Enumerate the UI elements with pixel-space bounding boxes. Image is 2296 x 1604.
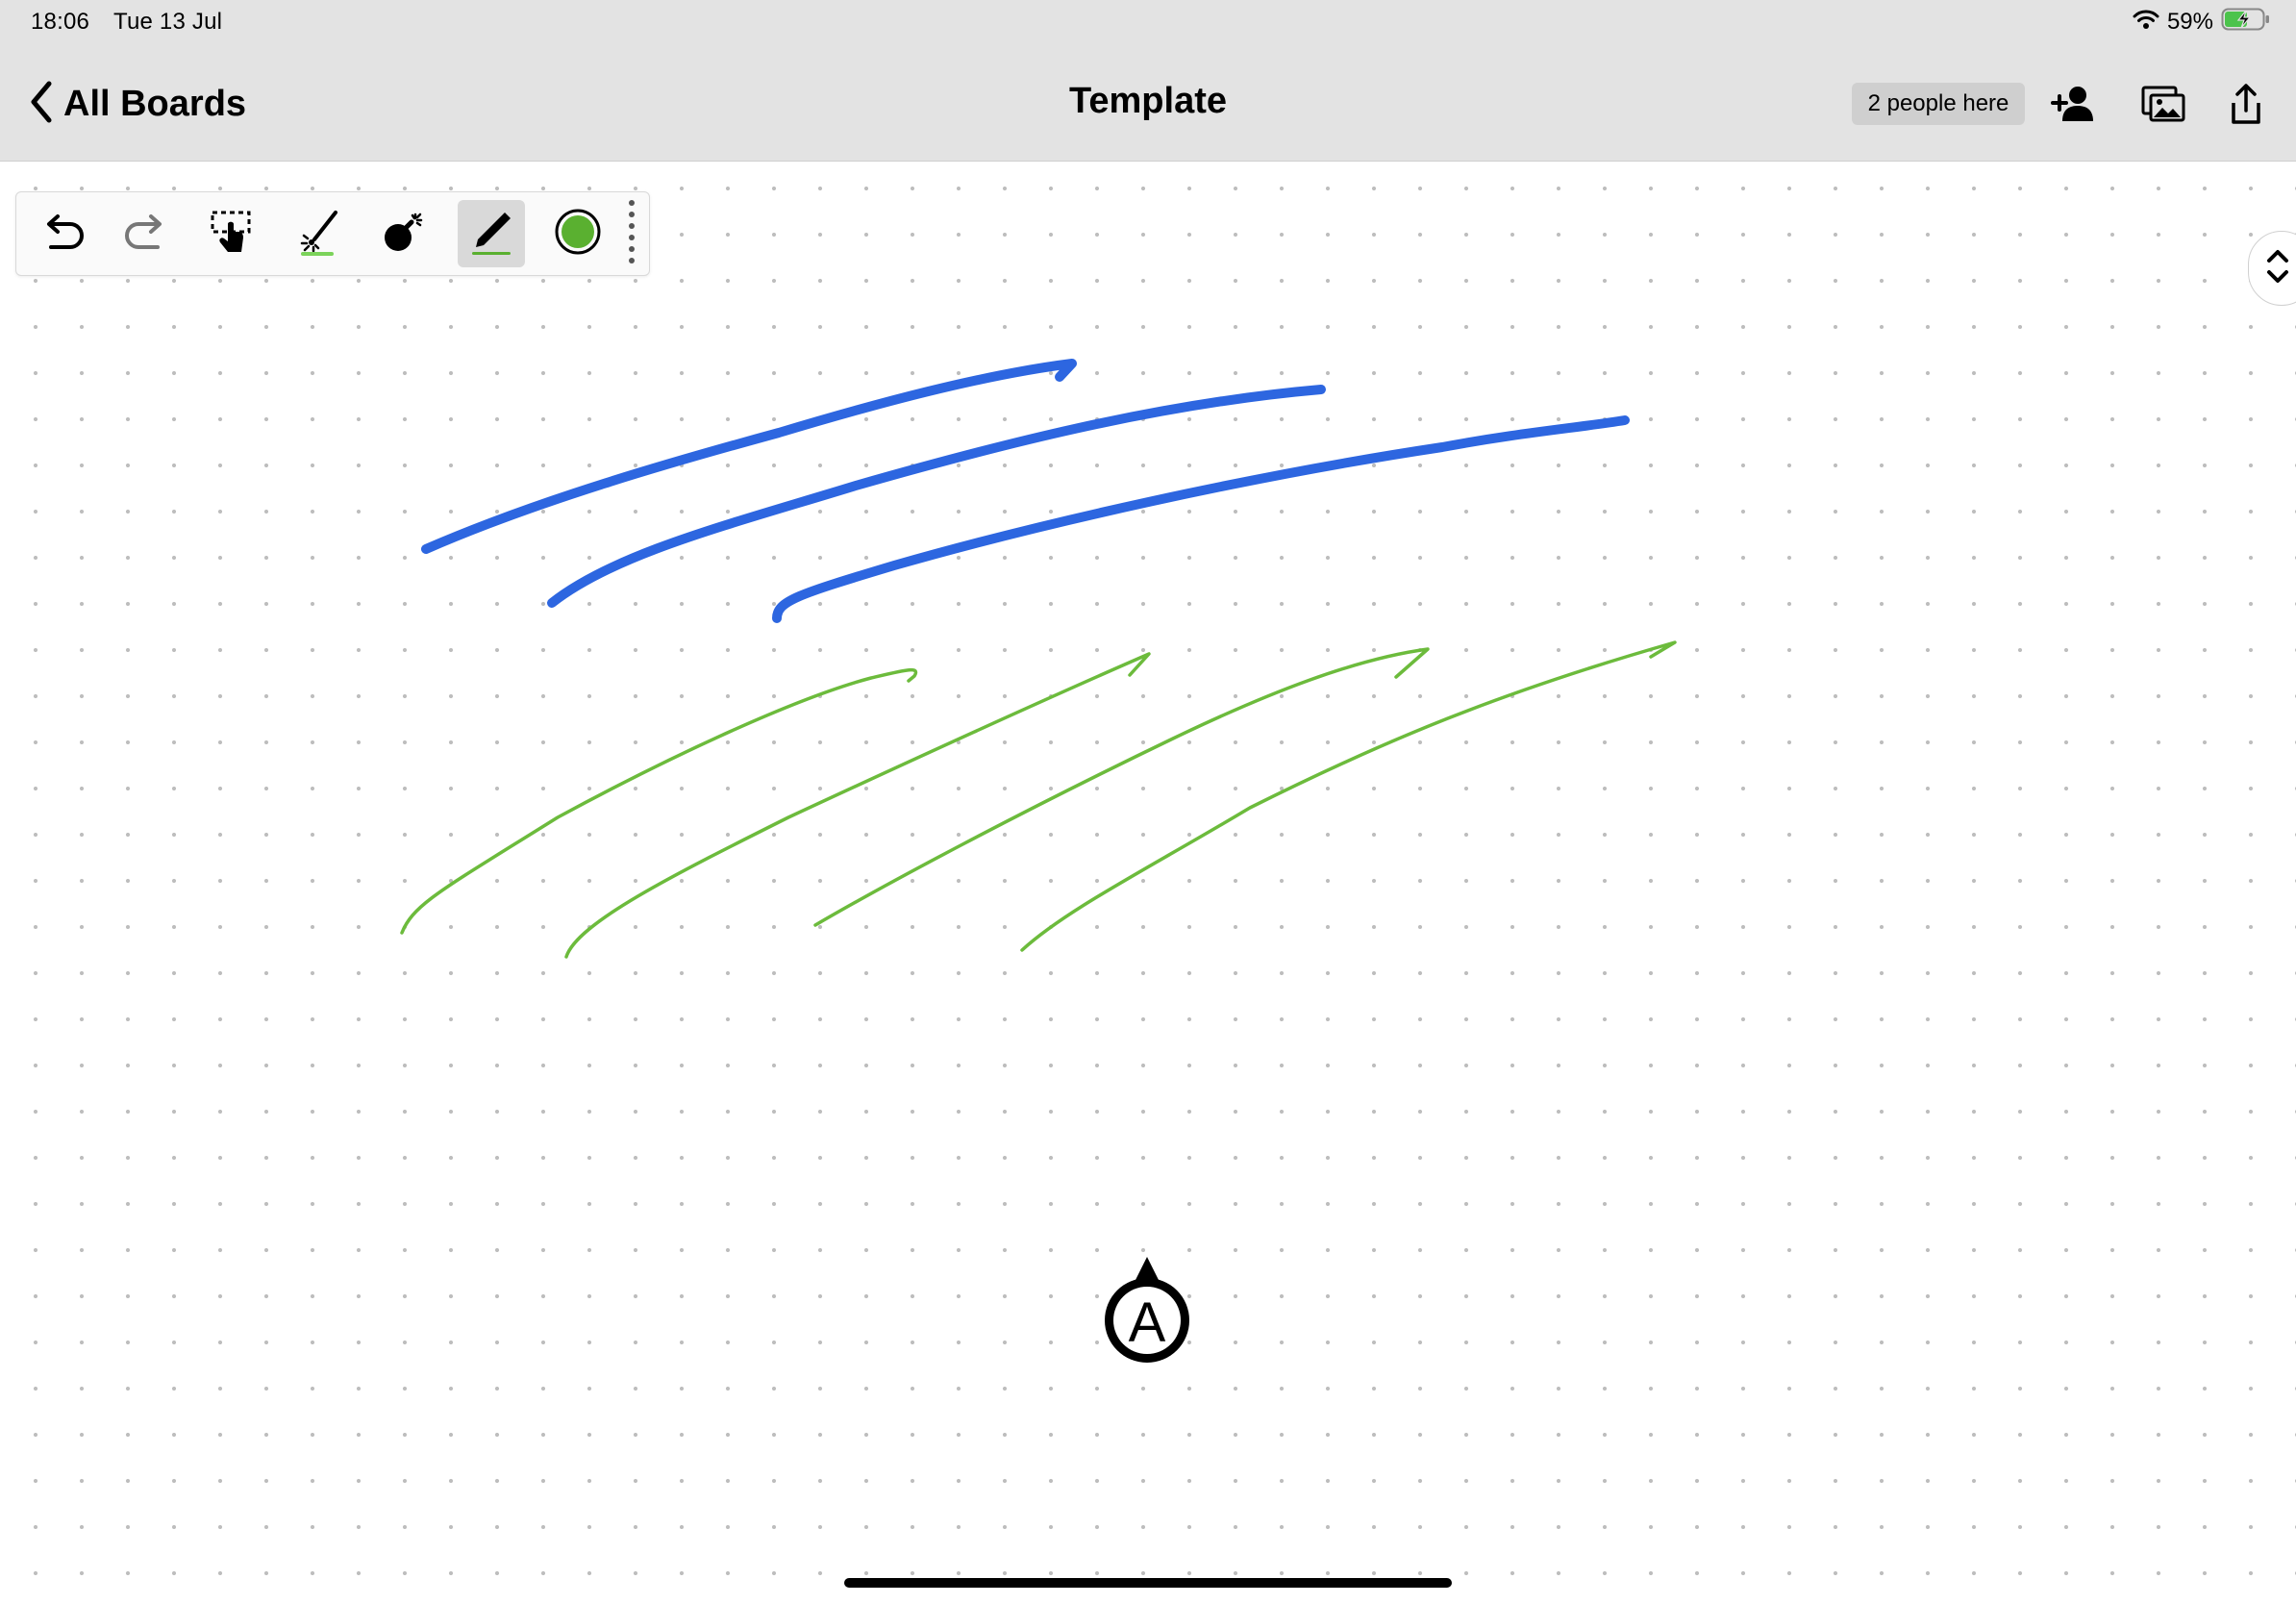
top-bar: 18:06 Tue 13 Jul 59% All Boards Template… <box>0 0 2296 162</box>
vertical-dots-icon <box>627 197 636 271</box>
color-swatch-icon <box>553 207 603 262</box>
lasso-select-icon <box>207 207 257 262</box>
back-button[interactable]: All Boards <box>29 81 246 127</box>
pen-icon <box>466 207 516 262</box>
redo-button[interactable] <box>112 200 180 267</box>
chevron-left-icon <box>29 80 54 129</box>
whiteboard-canvas[interactable] <box>0 162 2296 1604</box>
up-down-chevron-icon <box>2264 245 2291 292</box>
undo-icon <box>37 207 87 262</box>
status-time: 18:06 <box>31 9 90 35</box>
redo-icon <box>121 207 171 262</box>
battery-charging-icon <box>2221 7 2271 38</box>
back-label: All Boards <box>63 83 247 124</box>
drawing-toolbar <box>15 191 650 276</box>
pen-button[interactable] <box>458 200 525 267</box>
eraser-bomb-button[interactable] <box>370 200 437 267</box>
lasso-select-button[interactable] <box>198 200 265 267</box>
color-picker-button[interactable] <box>544 200 611 267</box>
status-date: Tue 13 Jul <box>113 9 223 35</box>
people-here-badge[interactable]: 2 people here <box>1852 83 2025 125</box>
magic-pen-icon <box>293 207 343 262</box>
share-icon[interactable] <box>2221 79 2271 129</box>
bomb-icon <box>379 207 429 262</box>
toolbar-more-handle[interactable] <box>620 199 643 267</box>
image-gallery-icon[interactable] <box>2138 79 2188 129</box>
magic-pen-button[interactable] <box>285 200 352 267</box>
home-indicator[interactable] <box>844 1578 1452 1588</box>
undo-button[interactable] <box>29 200 96 267</box>
status-indicators: 59% <box>2133 6 2271 38</box>
battery-percent: 59% <box>2166 9 2213 35</box>
add-person-icon[interactable] <box>2048 79 2098 129</box>
wifi-icon <box>2133 9 2159 37</box>
